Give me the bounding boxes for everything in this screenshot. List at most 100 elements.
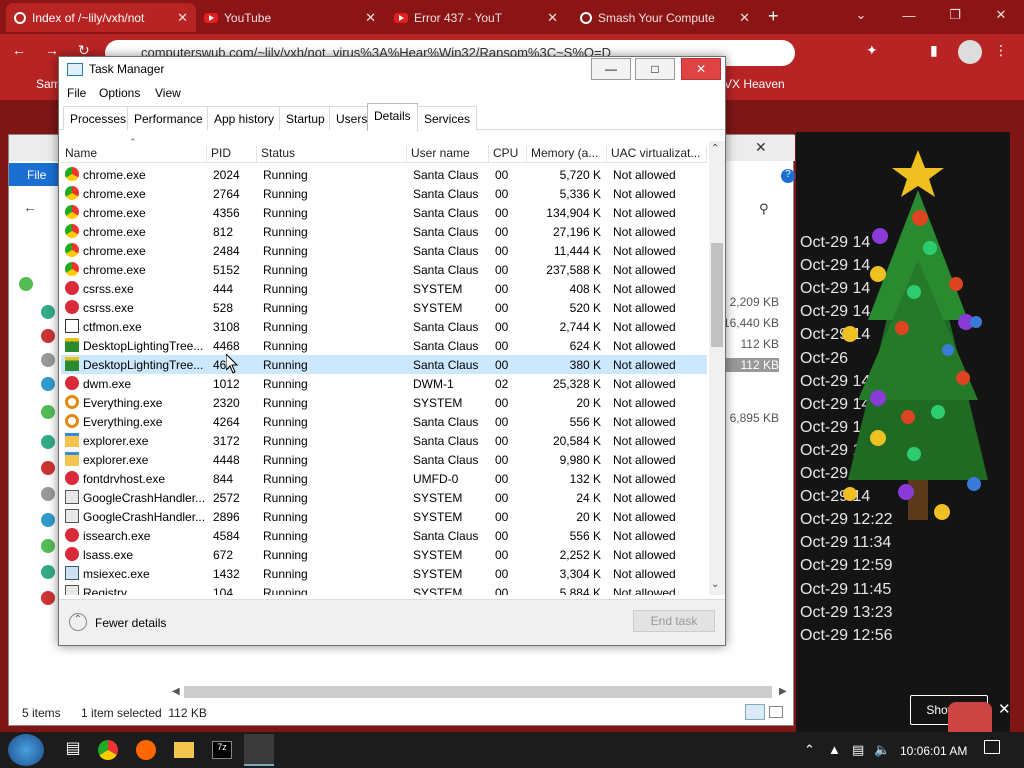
scroll-down-icon[interactable]: ⌄ [711,579,719,590]
tab-services[interactable]: Services [417,106,478,130]
back-icon[interactable]: ← [12,42,26,58]
column-header[interactable]: Status [257,146,407,162]
help-icon[interactable]: ? [781,169,795,183]
table-row[interactable]: GoogleCrashHandler... 2896 Running SYSTEM 00… [61,507,707,526]
nav-pane-icon[interactable] [19,277,33,291]
menu-options[interactable]: Options [99,86,140,100]
star-icon[interactable]: ☆ [762,44,775,61]
browser-tab[interactable]: Error 437 - YouT ✕ [386,3,566,32]
table-row[interactable]: chrome.exe 812 Running Santa Claus 00 27,196 … [61,222,707,241]
scroll-up-icon[interactable]: ⌃ [711,143,719,154]
more-menu-icon[interactable]: ⋮ [994,42,1008,59]
scrollbar-thumb[interactable] [711,243,723,347]
bookmark-item[interactable]: VX Heaven [724,77,785,91]
table-row[interactable]: chrome.exe 2484 Running Santa Claus 00 11,444… [61,241,707,260]
bookmark-item[interactable]: Sam [36,77,61,91]
chevron-down-icon[interactable]: ⌄ [838,0,884,30]
table-row[interactable]: dwm.exe 1012 Running DWM-1 02 25,328 K Not all… [61,374,707,393]
table-row[interactable]: csrss.exe 528 Running SYSTEM 00 520 K Not allo… [61,298,707,317]
scroll-left-icon[interactable]: ◀ [172,686,180,697]
large-icons-view-icon[interactable] [769,706,783,718]
column-header[interactable]: UAC virtualizat... [607,146,707,162]
network-icon[interactable]: ▤ [852,742,864,758]
nav-pane-icon[interactable] [41,539,55,553]
table-row[interactable]: Registry 104 Running SYSTEM 00 5,884 K Not all… [61,583,707,595]
column-header[interactable]: User name [407,146,489,162]
sevenzip-taskbar-icon[interactable]: 7z [212,741,232,759]
column-header[interactable]: Memory (a... [527,146,607,162]
menu-file[interactable]: File [67,86,86,100]
search-icon[interactable]: ⚲ [759,201,769,217]
table-row[interactable]: explorer.exe 4448 Running Santa Claus 00 9,98… [61,450,707,469]
tab-startup[interactable]: Startup [279,106,332,130]
nav-pane-icon[interactable] [41,513,55,527]
task-view-icon[interactable]: ▤ [60,738,86,762]
process-list-scrollbar[interactable] [709,141,725,595]
action-center-icon[interactable]: ▲ [828,742,841,757]
close-tab-icon[interactable]: ✕ [739,10,750,26]
table-row[interactable]: Everything.exe 4264 Running Santa Claus 00 55… [61,412,707,431]
new-tab-icon[interactable]: + [768,6,779,27]
clock[interactable]: 10:06:01 AM [900,744,967,758]
back-arrow-icon[interactable]: ← [23,199,37,215]
nav-pane-icon[interactable] [41,405,55,419]
column-header[interactable]: Name [61,146,207,162]
start-button-icon[interactable] [8,734,44,766]
column-header[interactable]: PID [207,146,257,162]
minimize-icon[interactable]: — [886,0,932,30]
tray-overflow-icon[interactable]: ⌃ [804,742,815,758]
fewer-details-link[interactable]: Fewer details [95,616,166,630]
tab-app-history[interactable]: App history [207,106,282,130]
browser-tab[interactable]: Index of /~lily/vxh/not ✕ [6,3,196,32]
fewer-details-icon[interactable]: ⌃ [69,613,87,631]
table-row[interactable]: ctfmon.exe 3108 Running Santa Claus 00 2,744 … [61,317,707,336]
table-row[interactable]: Everything.exe 2320 Running SYSTEM 00 20 K Not… [61,393,707,412]
table-row[interactable]: fontdrvhost.exe 844 Running UMFD-0 00 132 K No… [61,469,707,488]
close-icon[interactable]: ✕ [978,0,1024,30]
nav-pane-icon[interactable] [41,377,55,391]
nav-pane-icon[interactable] [41,565,55,579]
firefox-taskbar-icon[interactable] [136,740,156,760]
close-tab-icon[interactable]: ✕ [547,10,558,26]
tab-processes[interactable]: Processes [63,106,134,130]
table-row[interactable]: msiexec.exe 1432 Running SYSTEM 00 3,304 K Not… [61,564,707,583]
nav-pane-icon[interactable] [41,487,55,501]
close-tab-icon[interactable]: ✕ [177,10,188,26]
browser-tab[interactable]: Smash Your Compute ✕ [572,3,758,32]
explorer-close-icon[interactable]: ✕ [755,139,767,156]
nav-pane-icon[interactable] [41,461,55,475]
menu-view[interactable]: View [155,86,181,100]
chrome-taskbar-icon[interactable] [98,740,118,760]
table-row[interactable]: chrome.exe 2764 Running Santa Claus 00 5,336 … [61,184,707,203]
table-row[interactable]: lsass.exe 672 Running SYSTEM 00 2,252 K Not al… [61,545,707,564]
nav-pane-icon[interactable] [41,435,55,449]
table-row[interactable]: DesktopLightingTree... 4468 Running Santa C… [61,336,707,355]
profile-avatar[interactable] [958,40,982,64]
tm-close-icon[interactable]: ✕ [681,58,721,80]
tab-details[interactable]: Details [367,103,418,131]
restore-icon[interactable]: ❐ [932,0,978,30]
extensions-icon[interactable]: ✦ [866,42,878,59]
taskmanager-taskbar-icon[interactable] [244,734,274,766]
end-task-button[interactable]: End task [633,610,715,632]
nav-pane-icon[interactable] [41,591,55,605]
table-row[interactable]: DesktopLightingTree... 46.. Running Santa C… [61,355,707,374]
scroll-right-icon[interactable]: ▶ [779,686,787,697]
nav-pane-icon[interactable] [41,353,55,367]
table-row[interactable]: csrss.exe 444 Running SYSTEM 00 408 K Not allo… [61,279,707,298]
browser-tab[interactable]: YouTube ✕ [196,3,384,32]
nav-pane-icon[interactable] [41,329,55,343]
table-row[interactable]: explorer.exe 3172 Running Santa Claus 00 20,5… [61,431,707,450]
nav-pane-icon[interactable] [41,305,55,319]
table-row[interactable]: chrome.exe 5152 Running Santa Claus 00 237,58… [61,260,707,279]
close-tab-icon[interactable]: ✕ [365,10,376,26]
table-row[interactable]: issearch.exe 4584 Running Santa Claus 00 556 … [61,526,707,545]
notifications-icon[interactable] [984,740,1000,754]
forward-icon[interactable]: → [45,42,59,58]
sidebar-icon[interactable]: ▮ [930,42,938,59]
table-row[interactable]: chrome.exe 2024 Running Santa Claus 00 5,720 … [61,165,707,184]
tm-minimize-icon[interactable]: — [591,58,631,80]
details-view-icon[interactable] [745,704,765,720]
table-row[interactable]: GoogleCrashHandler... 2572 Running SYSTEM 00… [61,488,707,507]
explorer-file-tab[interactable]: File [9,163,62,186]
